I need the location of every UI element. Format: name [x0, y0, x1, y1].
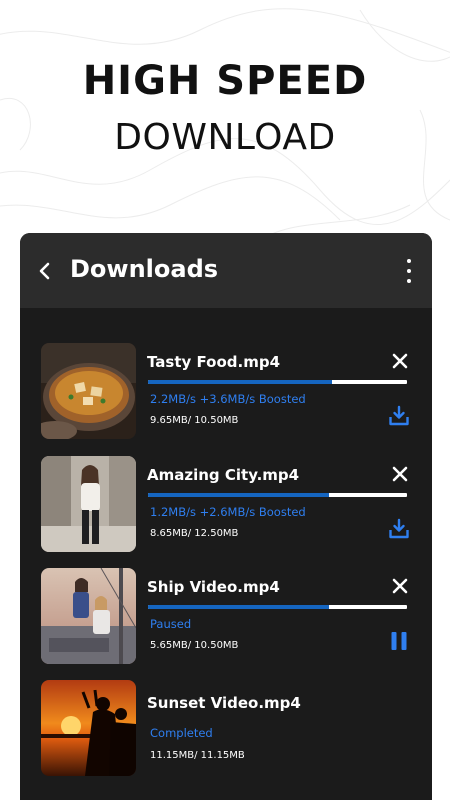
more-vertical-icon: [407, 259, 411, 263]
download-status: 2.2MB/s +3.6MB/s Boosted: [150, 392, 306, 406]
file-name: Sunset Video.mp4: [147, 694, 301, 712]
promo-headline: HIGH SPEED: [82, 58, 368, 104]
download-icon[interactable]: [388, 518, 410, 540]
promo-subheadline: DOWNLOAD: [114, 117, 336, 158]
back-button[interactable]: [32, 257, 56, 285]
app-bar: Downloads: [20, 233, 432, 308]
file-size: 8.65MB/ 12.50MB: [150, 528, 239, 539]
video-thumbnail: [41, 568, 136, 664]
video-thumbnail: [41, 456, 136, 552]
download-item[interactable]: Tasty Food.mp4 2.2MB/s +3.6MB/s Boosted …: [20, 343, 432, 441]
close-icon[interactable]: [390, 351, 410, 371]
progress-bar: [148, 605, 407, 609]
download-status: 1.2MB/s +2.6MB/s Boosted: [150, 505, 306, 519]
close-icon[interactable]: [390, 576, 410, 596]
progress-fill: [148, 493, 330, 497]
file-size: 11.15MB/ 11.15MB: [150, 750, 245, 761]
progress-fill: [148, 605, 330, 609]
file-name: Ship Video.mp4: [147, 578, 280, 596]
more-vertical-icon-dot: [407, 269, 411, 273]
progress-bar: [148, 493, 407, 497]
download-item[interactable]: Amazing City.mp4 1.2MB/s +2.6MB/s Booste…: [20, 456, 432, 554]
download-status: Completed: [150, 726, 213, 740]
pause-icon[interactable]: [388, 630, 410, 652]
file-name: Amazing City.mp4: [147, 466, 300, 484]
file-size: 9.65MB/ 10.50MB: [150, 415, 239, 426]
page-title: Downloads: [70, 255, 219, 283]
video-thumbnail: [41, 343, 136, 439]
download-status: Paused: [150, 617, 192, 631]
more-vertical-icon-dot: [407, 279, 411, 283]
app-screen: Downloads Tasty Food.mp4 2.2MB/s +3.6MB/…: [20, 233, 432, 800]
video-thumbnail: [41, 680, 136, 776]
download-icon[interactable]: [388, 405, 410, 427]
download-item[interactable]: Ship Video.mp4 Paused 5.65MB/ 10.50MB: [20, 568, 432, 666]
file-name: Tasty Food.mp4: [147, 353, 281, 371]
chevron-left-icon: [39, 262, 50, 280]
close-icon[interactable]: [390, 464, 410, 484]
download-item[interactable]: Sunset Video.mp4 Completed 11.15MB/ 11.1…: [20, 680, 432, 778]
more-menu-button[interactable]: [404, 259, 414, 283]
file-size: 5.65MB/ 10.50MB: [150, 640, 239, 651]
progress-bar: [148, 380, 407, 384]
progress-fill: [148, 380, 332, 384]
